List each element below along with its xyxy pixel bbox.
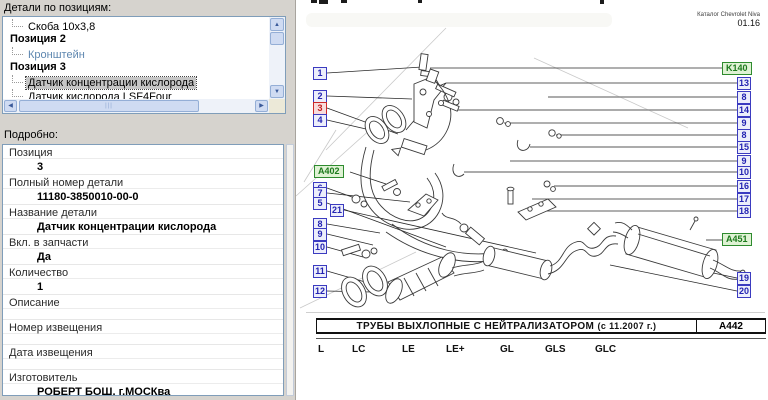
scrollbar-corner [269, 99, 285, 113]
scroll-down-button[interactable]: ▼ [270, 85, 284, 98]
horizontal-scroll-thumb[interactable]: ||| [19, 100, 199, 112]
tree-item-label: Датчик концентрации кислорода [26, 77, 196, 89]
callout-12[interactable]: 12 [313, 285, 327, 298]
detail-field-value: Да [3, 249, 283, 265]
callout-a402[interactable]: A402 [314, 165, 344, 178]
tree-item-5[interactable]: Датчик кислорода LSF4Four [3, 89, 269, 99]
vertical-scrollbar[interactable]: ▲ ▼ [269, 17, 285, 99]
callout-a451[interactable]: A451 [722, 233, 752, 246]
tree-item-label: Кронштейн [26, 49, 87, 61]
trim-label-l: L [318, 344, 324, 355]
tree-item-4[interactable]: Датчик концентрации кислорода [3, 75, 269, 89]
exhaust-diagram-drawing [296, 0, 768, 400]
left-panel: Детали по позициям: Скоба 10x3,8Позиция … [0, 0, 296, 400]
detail-field-value: Датчик концентрации кислорода [3, 219, 283, 235]
scroll-down-icon: ▼ [274, 89, 280, 95]
callout-5[interactable]: 5 [313, 197, 327, 210]
callout-13[interactable]: 13 [737, 77, 751, 90]
detail-field-label: Позиция [3, 145, 283, 159]
tree-connector-icon [12, 89, 23, 97]
details-scrollbar-track[interactable] [286, 144, 294, 396]
callout-14[interactable]: 14 [737, 104, 751, 117]
tree-item-label: Датчик кислорода LSF4Four [26, 91, 174, 99]
callout-k140[interactable]: K140 [722, 62, 752, 75]
trim-label-gls: GLS [545, 344, 566, 355]
detail-field-value: 1 [3, 279, 283, 295]
scroll-up-icon: ▲ [274, 22, 280, 28]
diagram-code-cell: А442 [696, 320, 765, 332]
scroll-left-icon: ◀ [8, 103, 13, 109]
oxygen-sensor-lower [442, 213, 484, 245]
callout-20[interactable]: 20 [737, 285, 751, 298]
detail-field-value [3, 359, 283, 370]
trim-label-glc: GLC [595, 344, 616, 355]
resonator-and-muffler [442, 213, 746, 281]
tree-connector-icon [12, 75, 23, 83]
callout-4[interactable]: 4 [313, 114, 327, 127]
details-label: Подробно: [4, 129, 58, 141]
detail-field-label: Название детали [3, 205, 283, 219]
diagram-date-note: (с 11.2007 г.) [597, 321, 656, 331]
parts-catalog-window: { "icons": {"scroll_up": "▲", "scroll_do… [0, 0, 768, 400]
tree-list: Скоба 10x3,8Позиция 2 КронштейнПозиция 3 Д… [3, 17, 269, 99]
scroll-up-button[interactable]: ▲ [270, 18, 284, 31]
diagram-table-header: ТРУБЫ ВЫХЛОПНЫЕ С НЕЙТРАЛИЗАТОРОМ (с 11.… [316, 318, 766, 334]
callout-8[interactable]: 8 [737, 91, 751, 104]
trim-label-le: LE [402, 344, 415, 355]
detail-field-value: 3 [3, 159, 283, 175]
hardware-items [438, 100, 561, 220]
diagram-area: Каталог Chevrolet Niva 01.16 [296, 0, 768, 400]
table-bottom-rule [316, 338, 766, 339]
thumb-grip-icon: ||| [105, 103, 113, 109]
positions-label: Детали по позициям: [4, 2, 111, 14]
callout-10[interactable]: 10 [313, 241, 327, 254]
callout-18[interactable]: 18 [737, 205, 751, 218]
detail-field-label: Описание [3, 295, 283, 309]
scroll-left-button[interactable]: ◀ [4, 100, 17, 112]
detail-field-label: Количество [3, 265, 283, 279]
horizontal-scrollbar[interactable]: ◀ ||| ▶ [3, 99, 269, 113]
callout-19[interactable]: 19 [737, 272, 751, 285]
tree-item-3[interactable]: Позиция 3 [3, 61, 269, 75]
tree-item-1[interactable]: Позиция 2 [3, 33, 269, 47]
trim-label-lc: LC [352, 344, 365, 355]
callout-9[interactable]: 9 [313, 228, 327, 241]
detail-field-label: Полный номер детали [3, 175, 283, 189]
detail-field-label: Изготовитель [3, 370, 283, 384]
callout-11[interactable]: 11 [313, 265, 327, 278]
tree-item-2[interactable]: Кронштейн [3, 47, 269, 61]
details-panel: Позиция3Полный номер детали11180-3850010… [2, 144, 284, 396]
tree-connector-icon [12, 19, 23, 27]
table-top-rule [306, 312, 765, 313]
detail-field-value: 11180-3850010-00-0 [3, 189, 283, 205]
scroll-right-icon: ▶ [259, 103, 264, 109]
callout-1[interactable]: 1 [313, 67, 327, 80]
diagram-table-title: ТРУБЫ ВЫХЛОПНЫЕ С НЕЙТРАЛИЗАТОРОМ (с 11.… [317, 320, 696, 332]
trim-label-gl: GL [500, 344, 514, 355]
callout-21[interactable]: 21 [330, 204, 344, 217]
callout-16[interactable]: 16 [737, 180, 751, 193]
detail-field-label: Номер извещения [3, 320, 283, 334]
tree-item-0[interactable]: Скоба 10x3,8 [3, 19, 269, 33]
trim-label-le+: LE+ [446, 344, 465, 355]
callout-10[interactable]: 10 [737, 166, 751, 179]
tree-item-label: Позиция 3 [8, 61, 68, 73]
vertical-scroll-thumb[interactable] [270, 32, 284, 45]
detail-field-label: Вкл. в запчасти [3, 235, 283, 249]
positions-tree[interactable]: Скоба 10x3,8Позиция 2 КронштейнПозиция 3 Д… [2, 16, 286, 114]
tree-item-label: Скоба 10x3,8 [26, 21, 97, 33]
detail-field-value [3, 309, 283, 320]
tree-connector-icon [12, 47, 23, 55]
scroll-right-button[interactable]: ▶ [255, 100, 268, 112]
tree-item-label: Позиция 2 [8, 33, 68, 45]
callout-15[interactable]: 15 [737, 141, 751, 154]
detail-field-label: Дата извещения [3, 345, 283, 359]
detail-field-value [3, 334, 283, 345]
detail-field-value: РОБЕРТ БОШ, г.МОСКва [3, 384, 283, 396]
